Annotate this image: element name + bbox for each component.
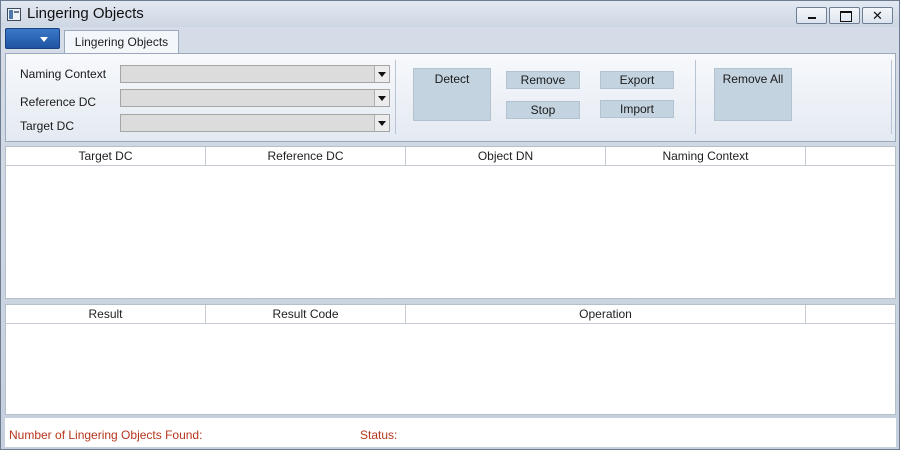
column-header-operation[interactable]: Operation xyxy=(406,305,806,324)
window-title: Lingering Objects xyxy=(27,5,144,22)
maximize-button[interactable] xyxy=(829,7,860,24)
window-controls: ✕ xyxy=(796,7,893,24)
ribbon-separator xyxy=(395,60,396,134)
status-bar: Number of Lingering Objects Found: Statu… xyxy=(5,418,896,447)
detect-button[interactable]: Detect xyxy=(413,68,491,121)
column-header-object-dn[interactable]: Object DN xyxy=(406,147,606,166)
remove-button[interactable]: Remove xyxy=(506,71,580,89)
ribbon-separator xyxy=(695,60,696,134)
chevron-down-icon[interactable] xyxy=(374,90,389,106)
column-header-naming-context[interactable]: Naming Context xyxy=(606,147,806,166)
title-bar[interactable]: Lingering Objects ✕ xyxy=(1,1,899,27)
naming-context-combo[interactable] xyxy=(120,65,390,83)
grid-header: Target DC Reference DC Object DN Naming … xyxy=(6,147,895,166)
reference-dc-label: Reference DC xyxy=(20,95,97,109)
column-header-filler xyxy=(806,305,895,324)
chevron-down-icon[interactable] xyxy=(374,115,389,131)
status-label: Status: xyxy=(360,428,398,442)
export-button[interactable]: Export xyxy=(600,71,674,89)
results-grid[interactable]: Result Result Code Operation xyxy=(5,304,896,415)
lingering-objects-grid[interactable]: Target DC Reference DC Object DN Naming … xyxy=(5,146,896,299)
ribbon-separator xyxy=(891,60,892,134)
tab-lingering-objects[interactable]: Lingering Objects xyxy=(64,30,179,54)
remove-all-button[interactable]: Remove All xyxy=(714,68,792,121)
target-dc-combo[interactable] xyxy=(120,114,390,132)
chevron-down-icon[interactable] xyxy=(374,66,389,82)
column-header-filler xyxy=(806,147,895,166)
app-window-icon[interactable] xyxy=(7,8,21,21)
stop-button[interactable]: Stop xyxy=(506,101,580,119)
reference-dc-combo[interactable] xyxy=(120,89,390,107)
ribbon-panel: Naming Context Reference DC Target DC De… xyxy=(5,53,896,142)
objects-found-count-label: Number of Lingering Objects Found: xyxy=(9,428,203,442)
column-header-reference-dc[interactable]: Reference DC xyxy=(206,147,406,166)
column-header-result[interactable]: Result xyxy=(6,305,206,324)
grid-header: Result Result Code Operation xyxy=(6,305,895,324)
main-window: Lingering Objects ✕ Lingering Objects Na… xyxy=(0,0,900,450)
column-header-target-dc[interactable]: Target DC xyxy=(6,147,206,166)
import-button[interactable]: Import xyxy=(600,100,674,118)
application-menu-button[interactable] xyxy=(5,28,60,49)
close-button[interactable]: ✕ xyxy=(862,7,893,24)
naming-context-label: Naming Context xyxy=(20,67,107,81)
column-header-result-code[interactable]: Result Code xyxy=(206,305,406,324)
minimize-button[interactable] xyxy=(796,7,827,24)
target-dc-label: Target DC xyxy=(20,119,75,133)
